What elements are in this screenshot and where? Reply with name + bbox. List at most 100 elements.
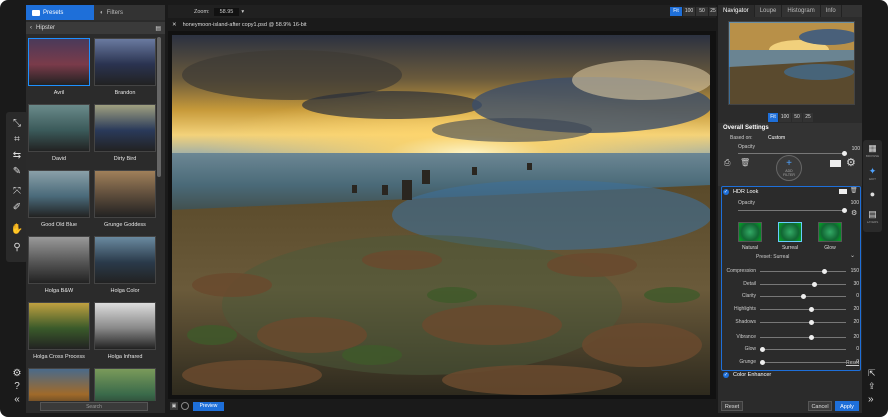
- mask-icon[interactable]: [181, 402, 189, 410]
- collapse-right-icon[interactable]: »: [868, 394, 874, 405]
- preset-label: Holga Infrared: [107, 354, 143, 360]
- preset-thumbnail[interactable]: [94, 302, 156, 350]
- preset-thumbnail[interactable]: [28, 302, 90, 350]
- collapse-left-icon[interactable]: «: [10, 394, 24, 406]
- preset-thumbnail[interactable]: [28, 170, 90, 218]
- slider-knob[interactable]: [821, 269, 827, 274]
- mask-toggle-icon[interactable]: [830, 160, 841, 167]
- cancel-button[interactable]: Cancel: [808, 401, 832, 411]
- gear-icon[interactable]: ⚙: [846, 156, 856, 169]
- settings-icon[interactable]: ⚙: [10, 368, 24, 380]
- filter-mask-icon[interactable]: [839, 189, 847, 194]
- preset-thumbnail[interactable]: [94, 38, 156, 86]
- tab-presets[interactable]: Presets: [26, 5, 94, 20]
- search-input[interactable]: Search: [40, 402, 148, 411]
- photo-canvas[interactable]: [172, 35, 710, 395]
- tab-info[interactable]: Info: [821, 5, 842, 17]
- save-icon[interactable]: ⎙: [724, 158, 730, 168]
- adjust-icon[interactable]: ⇆: [9, 148, 25, 162]
- retouch-icon[interactable]: ⤧: [9, 184, 25, 198]
- refine-icon[interactable]: ✐: [9, 200, 25, 214]
- nav-fit-button[interactable]: Fit: [768, 113, 778, 122]
- look-glow-thumb[interactable]: [818, 222, 842, 242]
- add-filter-button[interactable]: + ADD FILTER: [776, 155, 802, 181]
- apply-button[interactable]: Apply: [835, 401, 859, 411]
- adjust-slider[interactable]: [760, 347, 846, 353]
- filter-gear-icon[interactable]: ⚙: [851, 209, 857, 217]
- layers-module[interactable]: ▤ LAYERS: [865, 209, 880, 229]
- hdr-look-checkbox[interactable]: ✓: [723, 189, 729, 195]
- preset-thumbnail[interactable]: [94, 170, 156, 218]
- filter-trash-icon[interactable]: 🗑: [850, 187, 858, 194]
- crop-icon[interactable]: ⌗: [9, 132, 25, 146]
- chevron-down-icon[interactable]: ▾: [241, 9, 244, 15]
- preset-thumbnail[interactable]: [94, 236, 156, 284]
- navigator-preview[interactable]: [728, 21, 855, 105]
- preset-thumbnail[interactable]: [28, 236, 90, 284]
- presets-scrollbar[interactable]: [157, 37, 161, 177]
- category-dropdown[interactable]: ‹ Hipster ▤: [26, 22, 165, 34]
- preset-thumbnail[interactable]: [28, 104, 90, 152]
- preset-label: Good Old Blue: [40, 222, 78, 228]
- preset-thumbnail[interactable]: [28, 368, 90, 401]
- slider-label: Compression: [726, 268, 756, 274]
- preview-button[interactable]: Preview: [193, 402, 224, 411]
- based-on-value[interactable]: Custom: [768, 135, 785, 141]
- zoom-25-button[interactable]: 25: [709, 7, 717, 16]
- slider-knob[interactable]: [760, 359, 765, 365]
- slider-value: 0: [856, 346, 859, 353]
- adjust-slider[interactable]: [760, 269, 846, 274]
- slider-knob[interactable]: [842, 208, 847, 213]
- overall-opacity-label: Opacity: [738, 144, 755, 150]
- slider-knob[interactable]: [811, 281, 817, 287]
- slider-value: 20: [853, 318, 859, 325]
- brush-icon[interactable]: ✎: [9, 164, 25, 178]
- help-icon[interactable]: ?: [10, 381, 24, 393]
- look-natural-thumb[interactable]: [738, 222, 762, 242]
- zoom-bar: Zoom: 58.95 ▾: [168, 5, 716, 18]
- hdr-opacity-slider[interactable]: [738, 208, 847, 213]
- preset-label: Avril: [53, 90, 65, 96]
- tab-filters[interactable]: ◐ Filters: [94, 5, 165, 20]
- reset-button[interactable]: Reset: [721, 401, 743, 411]
- browse-module[interactable]: ▦ BROWSE: [865, 143, 880, 163]
- color-enhancer-checkbox[interactable]: ✓: [723, 372, 729, 378]
- adjust-slider[interactable]: [760, 281, 846, 287]
- zoom-icon[interactable]: ⚲: [9, 240, 25, 254]
- preset-label: Grunge Goddess: [104, 222, 146, 228]
- share-icon[interactable]: ⇪: [868, 381, 876, 392]
- adjust-slider[interactable]: [760, 294, 846, 300]
- nav-50-button[interactable]: 50: [792, 113, 802, 122]
- overall-opacity-slider[interactable]: [738, 151, 847, 156]
- preset-thumbnail[interactable]: [28, 38, 90, 86]
- zoom-100-button[interactable]: 100: [683, 7, 695, 16]
- slider-knob[interactable]: [809, 334, 815, 340]
- preset-thumbnail[interactable]: [94, 368, 156, 401]
- export-icon[interactable]: ⇱: [868, 368, 876, 379]
- tab-loupe[interactable]: Loupe: [755, 5, 783, 17]
- zoom-50-button[interactable]: 50: [696, 7, 708, 16]
- tab-histogram[interactable]: Histogram: [782, 5, 821, 17]
- adjust-slider[interactable]: [760, 359, 846, 365]
- compare-icon[interactable]: ▣: [170, 402, 178, 410]
- preset-thumbnail[interactable]: [94, 104, 156, 152]
- adjust-slider[interactable]: [760, 334, 846, 340]
- look-surreal-thumb[interactable]: [778, 222, 802, 242]
- hand-icon[interactable]: ✋: [9, 222, 25, 236]
- close-icon[interactable]: ✕: [172, 22, 177, 28]
- slider-knob[interactable]: [809, 319, 815, 325]
- zoom-fit-button[interactable]: Fit: [670, 7, 682, 16]
- zoom-input[interactable]: 58.95: [213, 7, 240, 16]
- chevron-down-icon[interactable]: ⌄: [850, 252, 855, 259]
- look-preset-label[interactable]: Preset: Surreal: [756, 254, 789, 260]
- trash-icon[interactable]: 🗑: [740, 158, 750, 167]
- adjust-slider[interactable]: [760, 307, 846, 313]
- nav-100-button[interactable]: 100: [779, 113, 791, 122]
- tab-navigator[interactable]: Navigator: [718, 5, 755, 17]
- nav-25-button[interactable]: 25: [803, 113, 813, 122]
- portrait-module[interactable]: ●: [865, 189, 880, 209]
- adjust-slider[interactable]: [760, 319, 846, 325]
- list-view-icon[interactable]: ▤: [155, 25, 161, 32]
- edit-module[interactable]: ✦ EDIT: [865, 166, 880, 186]
- transform-icon[interactable]: ⤡: [9, 116, 25, 130]
